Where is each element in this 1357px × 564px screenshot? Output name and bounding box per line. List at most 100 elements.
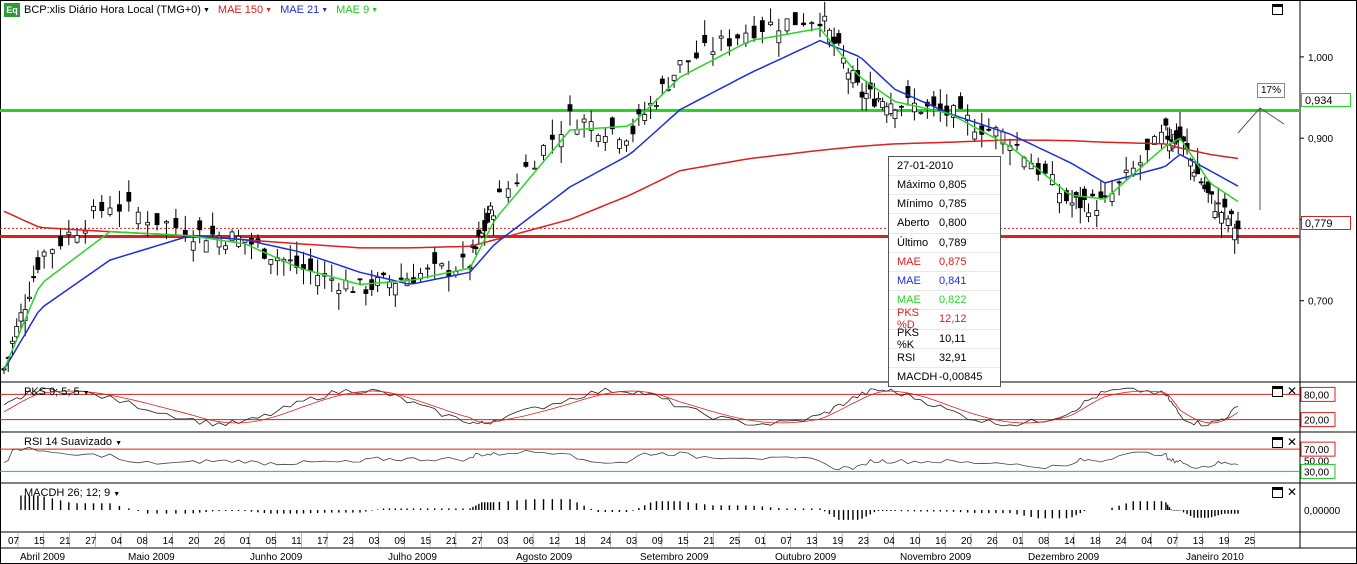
candle-body [197, 220, 203, 231]
tooltip-row: Máximo 0,805 [889, 176, 1000, 196]
legend-mae9[interactable]: MAE 9 ▼ [336, 4, 378, 16]
candle-body [1137, 162, 1143, 166]
month-label: Abril 2009 [20, 552, 65, 563]
candle-body [1232, 227, 1238, 241]
macd-panel-label[interactable]: MACDH 26; 12; 9 ▼ [24, 487, 120, 499]
candle-body [82, 230, 88, 234]
chevron-down-icon: ▼ [321, 6, 329, 14]
day-label: 03 [369, 536, 381, 547]
candle-body [375, 277, 381, 286]
pks-label-text: PKS 9; 5; 5 [24, 386, 80, 398]
tooltip-key: Último [897, 236, 929, 249]
tooltip-key: Aberto [897, 217, 930, 230]
candle-body [817, 23, 823, 27]
price-tag-green: 0,934 [1301, 93, 1351, 107]
day-label: 07 [1167, 536, 1179, 547]
price-tick-label: 1,000 [1308, 53, 1333, 64]
tooltip-value: -0,00845 [939, 370, 983, 383]
symbol-title[interactable]: BCP:xlis Diário Hora Local (TMG+0) ▼ [24, 4, 210, 16]
day-label: 14 [1064, 536, 1076, 547]
rsi-panel-label[interactable]: RSI 14 Suavizado ▼ [24, 436, 122, 448]
candle-body [1042, 163, 1048, 174]
candle-body [107, 207, 113, 215]
maximize-macd-button[interactable] [1272, 487, 1283, 498]
candle-body [190, 241, 196, 251]
pks-panel-label[interactable]: PKS 9; 5; 5 ▼ [24, 386, 90, 398]
candle-body [357, 278, 363, 281]
close-macd-icon[interactable]: ✕ [1287, 486, 1297, 498]
candle-body [329, 278, 335, 281]
maximize-pks-button[interactable] [1272, 386, 1283, 397]
candle-body [624, 140, 629, 146]
candle-body [863, 93, 869, 100]
stock-chart[interactable]: 1,0000,9000,8000,70080,0020,0070,0050,00… [0, 0, 1357, 564]
day-label: 04 [1141, 536, 1153, 547]
candle-body [768, 21, 773, 26]
close-rsi-icon[interactable]: ✕ [1287, 436, 1297, 448]
day-label: 24 [600, 536, 612, 547]
chevron-down-icon: ▼ [115, 440, 123, 447]
tooltip-value: 32,91 [939, 351, 967, 364]
day-label: 21 [60, 536, 72, 547]
day-label: 27 [85, 536, 97, 547]
candle-body [831, 36, 837, 44]
candle-body [35, 257, 41, 270]
candle-body [630, 125, 636, 135]
candle-body [1090, 193, 1096, 197]
maximize-main-button[interactable] [1272, 4, 1283, 15]
tooltip-row: RSI 32,91 [889, 349, 1000, 368]
candle-body [145, 221, 151, 226]
tooltip-row: Último 0,789 [889, 234, 1000, 253]
day-label: 08 [137, 536, 149, 547]
day-label: 26 [214, 536, 226, 547]
tooltip-date: 27-01-2010 [889, 157, 1000, 176]
candle-body [809, 22, 815, 25]
close-pks-icon[interactable]: ✕ [1287, 385, 1297, 397]
candle-body [694, 52, 699, 59]
tooltip-value: 0,841 [939, 275, 967, 288]
candle-body [1094, 210, 1100, 216]
tooltip-value: 0,805 [939, 179, 967, 192]
candle-body [822, 15, 828, 22]
maximize-rsi-button[interactable] [1272, 437, 1283, 448]
tooltip-key: MAE [897, 294, 921, 307]
rsi-label-text: RSI 14 Suavizado [24, 436, 113, 448]
candle-body [1215, 202, 1221, 205]
day-label: 15 [678, 536, 690, 547]
candle-body [336, 290, 342, 295]
day-label: 06 [523, 536, 535, 547]
candle-body [473, 246, 479, 250]
candle-body [58, 236, 63, 247]
day-label: 03 [626, 536, 638, 547]
day-label: 20 [188, 536, 200, 547]
candle-body [41, 251, 47, 257]
candle-body [287, 259, 293, 262]
candle-body [659, 78, 665, 85]
legend-mae150[interactable]: MAE 150 ▼ [218, 4, 272, 16]
candle-body [1014, 143, 1020, 146]
candle-body [899, 105, 904, 108]
candle-body [872, 98, 877, 107]
candle-body [1229, 210, 1234, 215]
legend-mae9-label: MAE 9 [336, 4, 370, 16]
legend-mae21-label: MAE 21 [280, 4, 320, 16]
candle-body [49, 249, 55, 254]
candle-body [1069, 202, 1075, 206]
candle-body [892, 109, 898, 119]
legend-mae21[interactable]: MAE 21 ▼ [280, 4, 328, 16]
candle-body [74, 235, 80, 243]
month-label: Janeiro 2010 [1186, 552, 1244, 563]
day-label: 01 [1012, 536, 1024, 547]
candle-body [702, 34, 708, 44]
candle-body [931, 96, 937, 107]
candle-body [549, 134, 555, 140]
candle-body [164, 221, 169, 224]
day-label: 14 [163, 536, 175, 547]
day-label: 11 [291, 536, 302, 547]
candle-body [602, 136, 608, 143]
candle-body [1116, 181, 1122, 184]
candle-body [581, 118, 587, 123]
candle-body [268, 259, 274, 265]
data-tooltip: 27-01-2010 Máximo 0,805 Mínimo 0,785 Aberto 0… [888, 156, 1001, 388]
candle-body [425, 267, 431, 270]
